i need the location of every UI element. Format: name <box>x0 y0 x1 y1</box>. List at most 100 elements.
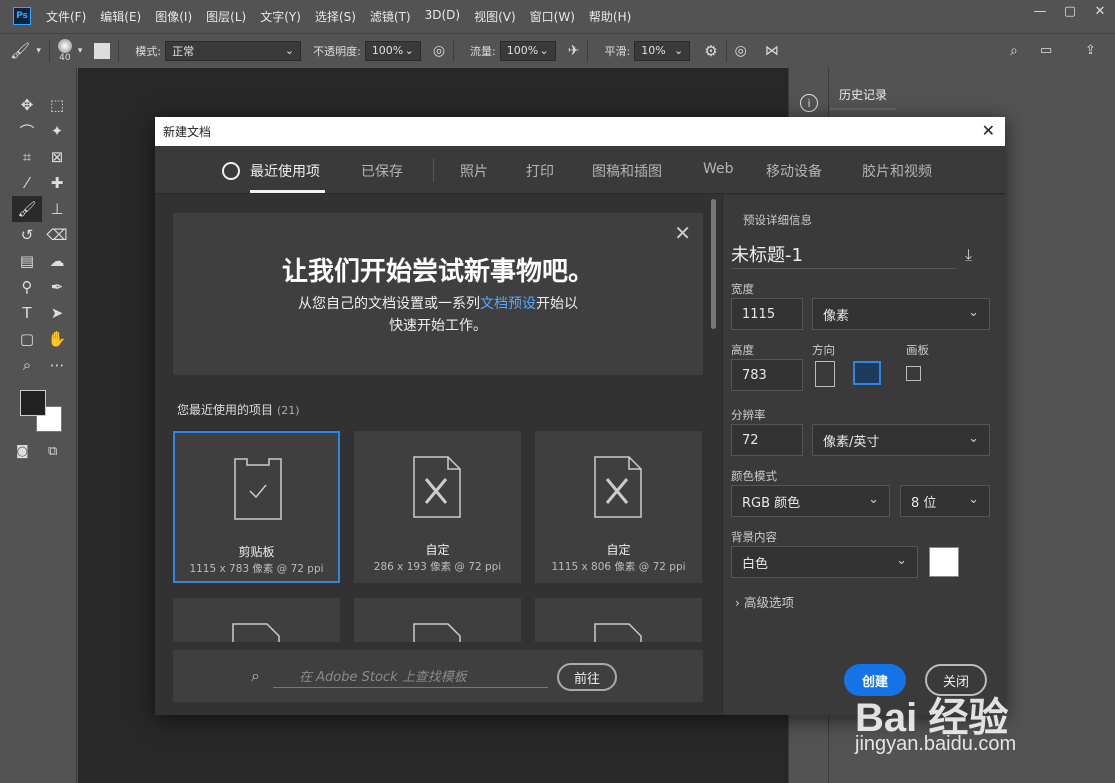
recent-item-card[interactable]: 自定 1115 x 806 像素 @ 72 ppi <box>535 431 702 583</box>
menu-edit[interactable]: 编辑(E) <box>100 8 141 25</box>
height-label: 高度 <box>731 343 754 357</box>
width-input[interactable]: 1115 <box>731 298 803 330</box>
advanced-options-label: 高级选项 <box>743 595 794 610</box>
tab-web[interactable]: Web <box>703 161 734 177</box>
lasso-tool-icon[interactable]: ⌒ <box>12 118 42 144</box>
menu-view[interactable]: 视图(V) <box>474 8 516 25</box>
move-tool-icon[interactable]: ✥ <box>12 92 42 118</box>
menu-select[interactable]: 选择(S) <box>315 8 356 25</box>
info-icon[interactable]: i <box>800 94 818 112</box>
recent-item-size: 286 x 193 像素 @ 72 ppi <box>373 561 502 573</box>
gear-icon[interactable]: ⚙ <box>704 42 717 60</box>
recent-item-card[interactable]: 自定 286 x 193 像素 @ 72 ppi <box>354 431 521 583</box>
resolution-input[interactable]: 72 <box>731 424 803 456</box>
document-name-input[interactable]: 未标题-1 <box>731 239 957 269</box>
preset-details-pane: 预设详细信息 未标题-1 ⤓ 宽度 1115 像素 ⌄ 高度 783 方向 画板 … <box>722 195 1005 715</box>
menu-window[interactable]: 窗口(W) <box>530 8 575 25</box>
menu-filter[interactable]: 滤镜(T) <box>370 8 411 25</box>
tab-film-video[interactable]: 胶片和视频 <box>862 161 932 181</box>
pen-tool-icon[interactable]: ✒ <box>42 274 72 300</box>
width-unit-select[interactable]: 像素 ⌄ <box>812 298 990 330</box>
tab-saved[interactable]: 已保存 <box>361 161 403 181</box>
portrait-orientation-icon[interactable] <box>815 361 835 387</box>
advanced-options-toggle[interactable]: › 高级选项 <box>735 592 794 611</box>
chevron-down-icon[interactable]: ▾ <box>78 46 83 56</box>
zoom-tool-icon[interactable]: ⌕ <box>12 352 42 378</box>
blur-tool-icon[interactable]: ☁ <box>42 248 72 274</box>
tab-recent[interactable]: 最近使用项 <box>250 161 320 181</box>
tab-photo[interactable]: 照片 <box>460 161 488 181</box>
close-icon[interactable]: ✕ <box>982 121 995 140</box>
minimize-button[interactable]: — <box>1025 0 1055 22</box>
airbrush-icon[interactable]: ✈ <box>568 43 580 59</box>
menu-layer[interactable]: 图层(L) <box>206 8 246 25</box>
background-color-swatch[interactable] <box>929 547 959 577</box>
search-icon[interactable]: ⌕ <box>1010 43 1018 59</box>
close-window-button[interactable]: ✕ <box>1085 0 1115 22</box>
pressure-opacity-icon[interactable]: ◎ <box>433 43 445 59</box>
background-contents-select[interactable]: 白色 ⌄ <box>731 546 918 578</box>
healing-brush-tool-icon[interactable]: ✚ <box>42 170 72 196</box>
quick-mask-icon[interactable]: ◙ <box>16 444 29 459</box>
menu-help[interactable]: 帮助(H) <box>589 8 631 25</box>
brush-tool-icon[interactable]: 🖌 <box>12 196 42 222</box>
adobe-stock-search: ⌕ 在 Adobe Stock 上查找模板 前往 <box>173 650 703 702</box>
frame-tool-icon[interactable]: ⊠ <box>42 144 72 170</box>
history-brush-tool-icon[interactable]: ↺ <box>12 222 42 248</box>
gradient-tool-icon[interactable]: ▤ <box>12 248 42 274</box>
brush-preset-picker[interactable]: 40 <box>57 38 72 63</box>
menu-file[interactable]: 文件(F) <box>46 8 86 25</box>
document-presets-link[interactable]: 文档预设 <box>480 296 536 312</box>
recent-item-card[interactable] <box>354 598 521 642</box>
shape-tool-icon[interactable]: ▢ <box>12 326 42 352</box>
recent-item-card[interactable]: 剪贴板 1115 x 783 像素 @ 72 ppi <box>173 431 340 583</box>
artboard-checkbox[interactable] <box>906 366 921 381</box>
workspace-icon[interactable]: ▭ <box>1040 43 1052 58</box>
go-button[interactable]: 前往 <box>557 663 617 691</box>
menu-3d[interactable]: 3D(D) <box>425 8 460 25</box>
hand-tool-icon[interactable]: ✋ <box>42 326 72 352</box>
share-icon[interactable]: ⇪ <box>1085 43 1096 58</box>
save-preset-icon[interactable]: ⤓ <box>965 245 972 265</box>
recent-item-card[interactable] <box>535 598 702 642</box>
eraser-tool-icon[interactable]: ⌫ <box>42 222 72 248</box>
height-input[interactable]: 783 <box>731 359 803 391</box>
marquee-tool-icon[interactable]: ⬚ <box>42 92 72 118</box>
resolution-unit-select[interactable]: 像素/英寸 ⌄ <box>812 424 990 456</box>
clone-stamp-tool-icon[interactable]: ⊥ <box>42 196 72 222</box>
tab-mobile[interactable]: 移动设备 <box>766 161 822 181</box>
pressure-size-icon[interactable]: ◎ <box>735 43 747 59</box>
tab-history[interactable]: 历史记录 <box>830 80 896 110</box>
brush-tool-icon[interactable]: 🖌 <box>10 41 30 60</box>
tab-art-illustration[interactable]: 图稿和插图 <box>592 161 662 181</box>
brush-settings-icon[interactable] <box>94 42 111 59</box>
maximize-button[interactable]: ▢ <box>1055 0 1085 22</box>
crop-tool-icon[interactable]: ⌗ <box>12 144 42 170</box>
bit-depth-select[interactable]: 8 位 ⌄ <box>900 485 990 517</box>
flow-field[interactable]: 100% ⌄ <box>499 40 556 61</box>
eyedropper-tool-icon[interactable]: ⁄ <box>12 170 42 196</box>
recent-item-card[interactable] <box>173 598 340 642</box>
type-tool-icon[interactable]: T <box>12 300 42 326</box>
scrollbar-thumb[interactable] <box>711 199 716 329</box>
color-swatches[interactable] <box>20 390 64 434</box>
mode-select[interactable]: 正常 ⌄ <box>165 40 302 61</box>
more-tools-icon[interactable]: ⋯ <box>42 352 72 378</box>
close-icon[interactable]: ✕ <box>674 221 691 245</box>
window-controls: — ▢ ✕ <box>1025 0 1115 22</box>
dodge-tool-icon[interactable]: ⚲ <box>12 274 42 300</box>
menu-image[interactable]: 图像(I) <box>155 8 192 25</box>
tab-print[interactable]: 打印 <box>526 161 554 181</box>
screen-mode-icon[interactable]: ⧉ <box>48 444 57 459</box>
symmetry-icon[interactable]: ⋈ <box>765 43 779 59</box>
chevron-down-icon[interactable]: ▾ <box>36 46 41 56</box>
opacity-field[interactable]: 100% ⌄ <box>364 40 421 61</box>
stock-search-input[interactable]: 在 Adobe Stock 上查找模板 <box>273 664 548 688</box>
color-mode-select[interactable]: RGB 颜色 ⌄ <box>731 485 890 517</box>
menu-type[interactable]: 文字(Y) <box>260 8 301 25</box>
foreground-color-swatch[interactable] <box>20 390 46 416</box>
path-selection-tool-icon[interactable]: ➤ <box>42 300 72 326</box>
landscape-orientation-icon[interactable] <box>853 361 881 385</box>
magic-wand-tool-icon[interactable]: ✦ <box>42 118 72 144</box>
smoothing-field[interactable]: 10% ⌄ <box>634 40 691 61</box>
